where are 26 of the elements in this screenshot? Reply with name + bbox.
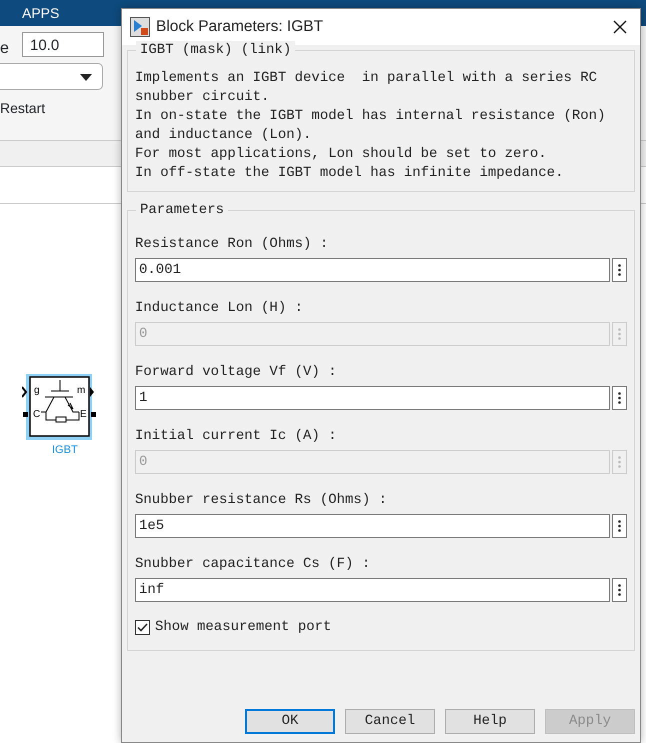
- parameter-field[interactable]: 0.001: [135, 258, 610, 282]
- field-label: Resistance Ron (Ohms) :: [135, 235, 330, 253]
- port-label: E: [80, 409, 87, 420]
- dialog-button[interactable]: Help: [445, 709, 535, 734]
- stop-time-field[interactable]: 10.0: [22, 32, 104, 57]
- field-label: Snubber resistance Rs (Ohms) :: [135, 491, 388, 509]
- field-label: Snubber capacitance Cs (F) :: [135, 555, 372, 573]
- dialog-button[interactable]: Cancel: [345, 709, 435, 734]
- dialog-button[interactable]: OK: [245, 709, 335, 734]
- port-label: g: [34, 385, 40, 396]
- parameter-field[interactable]: 1e5: [135, 514, 610, 538]
- window-title: Block Parameters: IGBT: [156, 17, 324, 38]
- field-label: Inductance Lon (H) :: [135, 299, 304, 317]
- port-label: C: [33, 409, 40, 420]
- restart-label: Restart: [0, 99, 46, 118]
- field-label: Forward voltage Vf (V) :: [135, 363, 338, 381]
- block-name: IGBT: [52, 443, 78, 458]
- parameter-field[interactable]: 1: [135, 386, 610, 410]
- field-label: Initial current Ic (A) :: [135, 427, 338, 445]
- group-title: IGBT (mask) (link): [136, 41, 296, 59]
- port-label: m: [77, 385, 86, 396]
- field-label: e: [0, 39, 9, 59]
- checkbox-label: Show measurement port: [155, 618, 332, 637]
- parameter-field[interactable]: inf: [135, 578, 610, 602]
- ribbon-tab[interactable]: APPS: [22, 5, 60, 21]
- description-text: Implements an IGBT device in parallel with a series RC snubber circuit. In on-state the IGBT model has internal resistance (Ron) and inductance (Lon). For most applications, Lon should be set to zero. In off-state the IGBT model has infinite impedance.: [135, 69, 606, 183]
